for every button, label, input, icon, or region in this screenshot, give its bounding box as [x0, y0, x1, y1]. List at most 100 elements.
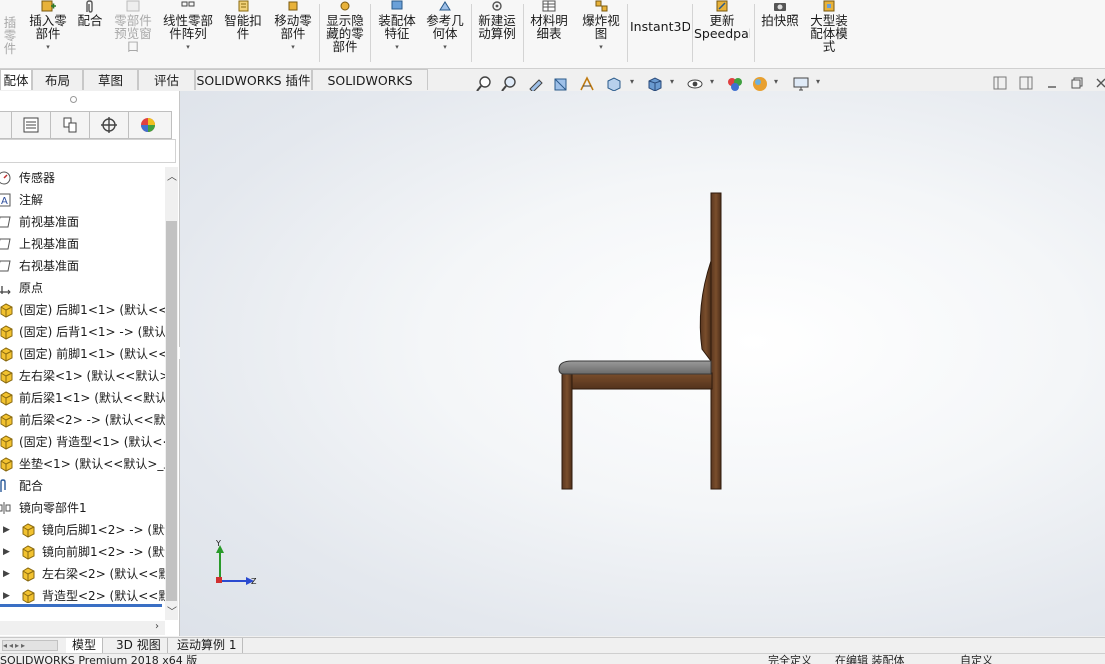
tree-item[interactable]: ▶ 镜向前脚1<2> -> (默认<<默认 [0, 541, 165, 563]
chevron-down-icon[interactable]: ▾ [774, 77, 778, 86]
insert-component-icon [41, 0, 56, 12]
property-manager-icon [23, 117, 39, 133]
expand-arrow-icon[interactable]: ▶ [3, 519, 10, 541]
panel-grip-icon[interactable] [70, 96, 77, 103]
tab-3d-view[interactable]: 3D 视图 [110, 638, 168, 653]
tab-evaluate[interactable]: 评估 [138, 69, 195, 90]
tree-item[interactable]: ▶ 左右梁<2> (默认<<默认>_显示 [0, 563, 165, 585]
tree-item[interactable]: ▶ 背造型<2> (默认<<默认>_显示 [0, 585, 165, 603]
new-motion-study-button[interactable]: 新建运 动算例 [474, 0, 520, 66]
chevron-down-icon[interactable]: ▾ [816, 77, 820, 86]
chevron-down-icon[interactable]: ▾ [578, 42, 624, 52]
tab-motion-study-1[interactable]: 运动算例 1 [171, 638, 244, 653]
tab-layout[interactable]: 布局 [32, 69, 83, 90]
linear-pattern-button[interactable]: 线性零部 件阵列 ▾ [160, 0, 216, 66]
ribbon-separator [754, 4, 755, 62]
tree-item[interactable]: A 注解 [0, 189, 165, 211]
update-speedpak-button[interactable]: 更新 Speedpak [694, 0, 750, 66]
insert-components-button[interactable]: 插入零 部件 ▾ [26, 0, 70, 66]
reference-geometry-label: 参考几 何体 [426, 13, 464, 41]
tree-item[interactable]: 左右梁<1> (默认<<默认>_显示 [0, 365, 165, 387]
tree-item[interactable]: 镜向零部件1 [0, 497, 165, 519]
tree-item[interactable]: 前后梁1<1> (默认<<默认>_显 [0, 387, 165, 409]
bill-of-materials-button[interactable]: 材料明 细表 [526, 0, 572, 66]
take-snapshot-button[interactable]: 拍快照 [757, 0, 803, 66]
pane-left-icon[interactable] [993, 76, 1007, 90]
tab-scroll-arrows[interactable]: ◂◂▸▸ [2, 640, 58, 651]
plane-icon [0, 238, 11, 250]
chevron-down-icon[interactable]: ▾ [670, 77, 674, 86]
new-motion-study-label: 新建运 动算例 [478, 13, 516, 41]
part-icon [22, 523, 35, 538]
tab-model[interactable]: 模型 [66, 638, 104, 653]
tree-item[interactable]: 坐垫<1> (默认<<默认>_显示 [0, 453, 165, 475]
scroll-up-icon[interactable]: ︿ [167, 168, 177, 183]
tree-item-label: 原点 [19, 281, 44, 295]
tree-item[interactable]: 前视基准面 [0, 211, 165, 233]
linear-pattern-label: 线性零部 件阵列 [162, 13, 213, 41]
tree-item[interactable]: (固定) 前脚1<1> (默认<<默认 [0, 343, 165, 365]
scrollbar-thumb[interactable] [166, 221, 177, 601]
close-icon[interactable] [1094, 76, 1105, 90]
chevron-down-icon[interactable]: ▾ [422, 42, 468, 52]
minimize-icon[interactable] [1045, 76, 1059, 90]
mirror-icon [0, 502, 11, 514]
tab-solidworks-addins[interactable]: SOLIDWORKS 插件 [195, 69, 312, 90]
chair-front-leg [561, 372, 573, 490]
tab-display-manager[interactable] [129, 112, 168, 138]
tab-configuration-manager[interactable] [51, 112, 90, 138]
mate-button[interactable]: 配合 [74, 0, 106, 66]
tree-item[interactable]: 右视基准面 [0, 255, 165, 277]
tab-property-manager[interactable] [12, 112, 51, 138]
part-icon [0, 369, 13, 384]
tree-item[interactable]: 配合 [0, 475, 165, 497]
component-preview-button[interactable]: 零部件 预览窗 口 [110, 0, 156, 66]
tree-item[interactable]: (固定) 背造型<1> (默认<<默 [0, 431, 165, 453]
chevron-down-icon[interactable]: ▾ [26, 42, 70, 52]
instant3d-button[interactable]: Instant3D [630, 0, 690, 66]
component-preview-label: 零部件 预览窗 口 [114, 13, 152, 54]
scroll-right-icon[interactable]: › [155, 621, 159, 632]
paperclip-icon [86, 0, 93, 13]
graphics-area[interactable]: Y Z [180, 91, 1105, 636]
tree-item[interactable]: (固定) 后脚1<1> (默认<<默认 [0, 299, 165, 321]
tab-feature-manager[interactable] [0, 112, 12, 138]
tab-solidworks-mbd[interactable]: SOLIDWORKS MBD [312, 69, 428, 109]
tree-item[interactable]: 前后梁<2> -> (默认<<默认>_ [0, 409, 165, 431]
restore-icon[interactable] [1070, 76, 1084, 90]
expand-arrow-icon[interactable]: ▶ [3, 563, 10, 585]
expand-arrow-icon[interactable]: ▶ [3, 585, 10, 603]
chevron-down-icon[interactable]: ▾ [160, 42, 216, 52]
tree-item[interactable]: (固定) 后背1<1> -> (默认<< [0, 321, 165, 343]
assembly-features-button[interactable]: 装配体 特征 ▾ [374, 0, 420, 66]
tree-item[interactable]: 上视基准面 [0, 233, 165, 255]
part-icon [0, 457, 13, 472]
tab-dimxpert-manager[interactable] [90, 112, 129, 138]
large-assembly-mode-button[interactable]: 大型装 配体模 式 [806, 0, 852, 66]
tree-item[interactable]: ▶ 镜向后脚1<2> -> (默认<<默认 [0, 519, 165, 541]
tree-item-label: 注解 [19, 193, 44, 207]
large-assembly-icon [823, 0, 835, 12]
chevron-down-icon[interactable]: ▾ [270, 42, 316, 52]
chevron-down-icon[interactable]: ▾ [374, 42, 420, 52]
tree-filter-input[interactable] [0, 139, 176, 163]
pane-right-icon[interactable] [1019, 76, 1033, 90]
rollback-bar[interactable] [0, 604, 162, 607]
scroll-down-icon[interactable]: ﹀ [167, 603, 177, 618]
tree-item-label: (固定) 前脚1<1> (默认<<默认 [19, 347, 165, 361]
smart-fasteners-button[interactable]: 智能扣 件 [220, 0, 266, 66]
exploded-view-icon [595, 0, 608, 12]
move-component-button[interactable]: 移动零 部件 ▾ [270, 0, 316, 66]
tab-sketch[interactable]: 草图 [83, 69, 138, 90]
expand-arrow-icon[interactable]: ▶ [3, 541, 10, 563]
chevron-down-icon[interactable]: ▾ [710, 77, 714, 86]
tab-assembly[interactable]: 配体 [0, 69, 32, 90]
tree-item[interactable]: 传感器 [0, 167, 165, 189]
exploded-view-button[interactable]: 爆炸视 图 ▾ [578, 0, 624, 66]
tree-item[interactable]: 原点 [0, 277, 165, 299]
insert-part-button[interactable]: 插零 件 [0, 0, 20, 66]
chevron-down-icon[interactable]: ▾ [630, 77, 634, 86]
show-hidden-components-button[interactable]: 显示隐 藏的零 部件 [322, 0, 368, 66]
tree-horizontal-scrollbar[interactable]: › [0, 621, 165, 635]
reference-geometry-button[interactable]: 参考几 何体 ▾ [422, 0, 468, 66]
